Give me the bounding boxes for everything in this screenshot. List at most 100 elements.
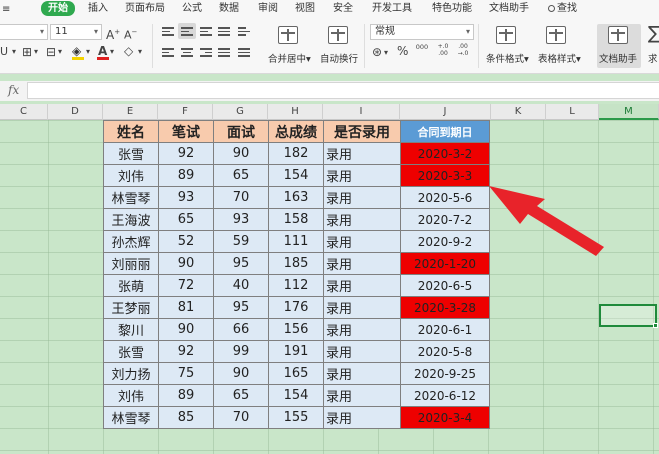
menu-page-layout[interactable]: 页面布局 <box>125 2 165 16</box>
distribute-icon[interactable] <box>238 48 250 58</box>
column-header-j[interactable]: J <box>400 104 491 120</box>
align-right-icon[interactable] <box>200 48 212 58</box>
indent-icon[interactable] <box>238 27 250 37</box>
align-middle-icon[interactable] <box>181 27 193 37</box>
cell-name[interactable]: 黎川 <box>103 318 159 341</box>
cell-total[interactable]: 165 <box>268 362 324 385</box>
cell-expiry[interactable]: 2020-3-28 <box>400 296 490 319</box>
header-expiry[interactable]: 合同到期日 <box>400 120 490 143</box>
wrap-text-icon[interactable] <box>328 26 348 44</box>
justify-icon[interactable] <box>218 48 230 58</box>
cell-interview[interactable]: 99 <box>213 340 269 363</box>
cell-name[interactable]: 林雪琴 <box>103 406 159 429</box>
menu-insert[interactable]: 插入 <box>88 2 108 16</box>
header-name[interactable]: 姓名 <box>103 120 159 143</box>
header-hired[interactable]: 是否录用 <box>323 120 401 143</box>
table-style-button[interactable]: 表格样式▾ <box>538 51 581 65</box>
orientation-icon[interactable] <box>218 27 230 37</box>
align-bottom-icon[interactable] <box>200 27 212 37</box>
menu-security[interactable]: 安全 <box>333 2 353 16</box>
header-written[interactable]: 笔试 <box>158 120 214 143</box>
cell-written[interactable]: 65 <box>158 208 214 231</box>
cell-written[interactable]: 93 <box>158 186 214 209</box>
cell-total[interactable]: 154 <box>268 384 324 407</box>
font-color-dropdown-icon[interactable]: ▾ <box>110 45 114 59</box>
selected-cell[interactable] <box>599 304 657 327</box>
increase-decimal-icon[interactable]: +.0 .00 <box>435 43 451 57</box>
cell-total[interactable]: 156 <box>268 318 324 341</box>
cell-expiry[interactable]: 2020-1-20 <box>400 252 490 275</box>
cell-written[interactable]: 81 <box>158 296 214 319</box>
cell-interview[interactable]: 59 <box>213 230 269 253</box>
cell-hired[interactable]: 录用 <box>323 208 401 231</box>
cell-name[interactable]: 孙杰辉 <box>103 230 159 253</box>
cell-expiry[interactable]: 2020-5-6 <box>400 186 490 209</box>
menu-search[interactable]: 查找 <box>548 2 577 16</box>
cell-total[interactable]: 163 <box>268 186 324 209</box>
merge-center-icon[interactable] <box>278 26 298 44</box>
sum-label[interactable]: 求 <box>648 51 658 65</box>
column-header-e[interactable]: E <box>103 104 158 120</box>
cell-name[interactable]: 刘伟 <box>103 384 159 407</box>
cell-interview[interactable]: 90 <box>213 142 269 165</box>
column-header-f[interactable]: F <box>158 104 213 120</box>
cell-written[interactable]: 90 <box>158 318 214 341</box>
conditional-format-icon[interactable] <box>496 26 516 44</box>
cell-interview[interactable]: 70 <box>213 406 269 429</box>
cell-expiry[interactable]: 2020-6-5 <box>400 274 490 297</box>
menu-review[interactable]: 审阅 <box>258 2 278 16</box>
font-color-icon[interactable]: A <box>98 44 107 58</box>
cell-interview[interactable]: 90 <box>213 362 269 385</box>
cell-interview[interactable]: 70 <box>213 186 269 209</box>
cell-expiry[interactable]: 2020-6-12 <box>400 384 490 407</box>
cell-hired[interactable]: 录用 <box>323 362 401 385</box>
cell-hired[interactable]: 录用 <box>323 318 401 341</box>
align-top-icon[interactable] <box>162 27 174 37</box>
underline-dropdown-icon[interactable]: ▾ <box>12 45 16 59</box>
wrap-text-button[interactable]: 自动换行 <box>320 51 358 65</box>
decrease-decimal-icon[interactable]: .00 →.0 <box>455 43 471 57</box>
cell-written[interactable]: 89 <box>158 164 214 187</box>
cell-expiry[interactable]: 2020-6-1 <box>400 318 490 341</box>
cell-expiry[interactable]: 2020-3-3 <box>400 164 490 187</box>
percent-icon[interactable]: % <box>397 44 408 58</box>
cell-expiry[interactable]: 2020-9-25 <box>400 362 490 385</box>
cell-hired[interactable]: 录用 <box>323 230 401 253</box>
cell-expiry[interactable]: 2020-7-2 <box>400 208 490 231</box>
font-size-select[interactable]: 11 ▾ <box>50 24 102 40</box>
merge-dropdown-icon[interactable]: ▾ <box>58 45 62 59</box>
cell-written[interactable]: 89 <box>158 384 214 407</box>
cell-interview[interactable]: 66 <box>213 318 269 341</box>
font-grow-icon[interactable]: A+ <box>106 25 120 42</box>
column-header-d[interactable]: D <box>48 104 103 120</box>
menu-more-icon[interactable]: ≡ <box>2 3 10 17</box>
conditional-format-button[interactable]: 条件格式▾ <box>486 51 529 65</box>
merge-cell-icon[interactable]: ⊟ <box>46 45 56 59</box>
cell-expiry[interactable]: 2020-5-8 <box>400 340 490 363</box>
cell-name[interactable]: 刘丽丽 <box>103 252 159 275</box>
cell-hired[interactable]: 录用 <box>323 186 401 209</box>
cell-interview[interactable]: 93 <box>213 208 269 231</box>
cell-total[interactable]: 154 <box>268 164 324 187</box>
cell-written[interactable]: 90 <box>158 252 214 275</box>
column-header-g[interactable]: G <box>213 104 268 120</box>
cell-total[interactable]: 191 <box>268 340 324 363</box>
merge-center-button[interactable]: 合并居中▾ <box>268 51 311 65</box>
clear-dropdown-icon[interactable]: ▾ <box>138 45 142 59</box>
header-total[interactable]: 总成绩 <box>268 120 324 143</box>
clear-format-icon[interactable]: ◇ <box>124 44 133 58</box>
underline-icon[interactable]: U <box>0 45 8 59</box>
border-icon[interactable]: ⊞ <box>22 45 32 59</box>
thousands-icon[interactable]: 000 <box>415 43 429 51</box>
fill-color-icon[interactable]: ◈ <box>72 44 81 58</box>
menu-view[interactable]: 视图 <box>295 2 315 16</box>
fx-icon[interactable]: fx <box>8 83 19 97</box>
menu-data[interactable]: 数据 <box>219 2 239 16</box>
border-dropdown-icon[interactable]: ▾ <box>34 45 38 59</box>
cell-total[interactable]: 111 <box>268 230 324 253</box>
cell-name[interactable]: 刘力扬 <box>103 362 159 385</box>
column-header-l[interactable]: L <box>546 104 599 120</box>
font-shrink-icon[interactable]: A− <box>124 25 137 43</box>
cell-expiry[interactable]: 2020-3-4 <box>400 406 490 429</box>
cell-interview[interactable]: 40 <box>213 274 269 297</box>
